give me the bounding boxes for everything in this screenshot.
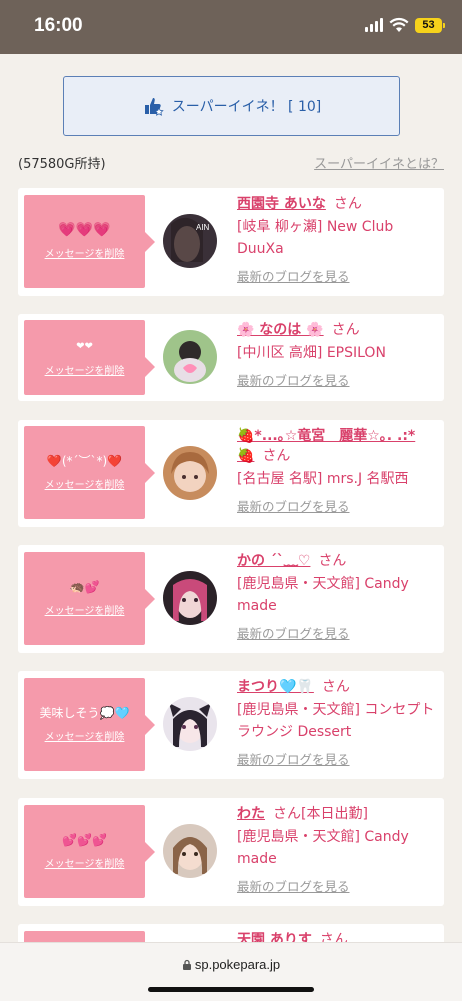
shop-name: [岐阜 柳ヶ瀬] New Club DuuXa	[237, 219, 394, 257]
url-text: sp.pokepara.jp	[194, 957, 281, 972]
san-label: さん	[333, 196, 362, 212]
shop-name: [中川区 高畑] EPSILON	[237, 345, 386, 361]
cast-name[interactable]: 西園寺 あいな	[237, 196, 326, 212]
delete-message-link[interactable]: メッセージを削除	[24, 362, 145, 377]
like-card: 💗💗💗 メッセージを削除 AIN 西園寺 あいな さん [岐阜 柳ヶ瀬] New …	[18, 188, 444, 296]
status-time: 16:00	[34, 15, 83, 36]
super-like-label: スーパーイイネ！ [ 10]	[171, 99, 322, 115]
svg-text:AIN: AIN	[196, 223, 210, 232]
cast-name[interactable]: わた	[237, 806, 265, 822]
cast-info: 🌸 なのは 🌸 さん [中川区 高畑] EPSILON 最新のブログを見る	[237, 320, 437, 389]
like-card: 🦔💕 メッセージを削除 かの ˊˋ﹏♡ さん [鹿児島県・天文館] Candy m…	[18, 545, 444, 653]
message-text: 💗💗💗	[58, 222, 111, 238]
like-card: ❤️(*´︶`*)❤️ メッセージを削除 🍓*...｡☆竜宮 麗華☆｡. .:*…	[18, 420, 444, 527]
san-label: さん	[262, 448, 291, 464]
san-label: さん	[321, 679, 350, 695]
san-label: さん	[318, 553, 347, 569]
shop-name: [名古屋 名駅] mrs.J 名駅西	[237, 471, 409, 487]
message-text: ❤❤	[76, 341, 93, 352]
like-card: 美味しそう💭🩵 メッセージを削除 まつり🩵🦷 さん [鹿児島県・天文館] コンセプ…	[18, 671, 444, 779]
cast-name-line: 西園寺 あいな さん	[237, 194, 437, 214]
message-text: 美味しそう💭🩵	[39, 706, 130, 720]
cast-info: 🍓*...｡☆竜宮 麗華☆｡. .:* 🍓 さん [名古屋 名駅] mrs.J 名…	[237, 426, 437, 515]
name-suffix: さん[本日出勤]	[273, 806, 368, 822]
message-box: 💗💗💗 メッセージを削除	[24, 195, 155, 288]
browser-address-bar[interactable]: sp.pokepara.jp	[0, 942, 462, 1001]
lock-icon	[182, 959, 191, 970]
cast-name-line: まつり🩵🦷 さん	[237, 677, 437, 697]
cast-name[interactable]: かの ˊˋ﹏♡	[237, 553, 310, 569]
status-bar: 16:00 53	[0, 0, 462, 54]
san-label: さん	[331, 322, 360, 338]
latest-blog-link[interactable]: 最新のブログを見る	[237, 266, 437, 285]
avatar[interactable]: AIN	[163, 214, 217, 268]
super-like-button[interactable]: スーパーイイネ！ [ 10]	[63, 76, 400, 136]
latest-blog-link[interactable]: 最新のブログを見る	[237, 370, 437, 389]
cast-name-line: かの ˊˋ﹏♡ さん	[237, 551, 437, 571]
cast-name-line: わた さん[本日出勤]	[237, 804, 437, 824]
delete-message-link[interactable]: メッセージを削除	[24, 602, 145, 617]
message-box: ❤️(*´︶`*)❤️ メッセージを削除	[24, 426, 155, 519]
avatar[interactable]	[163, 330, 217, 384]
cast-info: わた さん[本日出勤] [鹿児島県・天文館] Candy made 最新のブログを…	[237, 804, 437, 895]
delete-message-link[interactable]: メッセージを削除	[24, 476, 145, 491]
url-line: sp.pokepara.jp	[0, 957, 462, 972]
latest-blog-link[interactable]: 最新のブログを見る	[237, 496, 437, 515]
message-box: ❤❤ メッセージを削除	[24, 320, 155, 395]
signal-icon	[365, 18, 383, 32]
about-super-like-link[interactable]: スーパーイイネとは？	[314, 153, 444, 172]
avatar[interactable]	[163, 824, 217, 878]
cast-name[interactable]: 🌸 なのは 🌸	[237, 322, 324, 338]
latest-blog-link[interactable]: 最新のブログを見る	[237, 749, 437, 768]
battery-icon: 53	[415, 17, 445, 33]
cast-info: まつり🩵🦷 さん [鹿児島県・天文館] コンセプトラウンジ Dessert 最新の…	[237, 677, 437, 768]
cast-name[interactable]: まつり🩵🦷	[237, 679, 314, 695]
latest-blog-link[interactable]: 最新のブログを見る	[237, 876, 437, 895]
message-box: 美味しそう💭🩵 メッセージを削除	[24, 678, 155, 771]
cast-info: かの ˊˋ﹏♡ さん [鹿児島県・天文館] Candy made 最新のブログを見…	[237, 551, 437, 642]
avatar[interactable]	[163, 446, 217, 500]
delete-message-link[interactable]: メッセージを削除	[24, 855, 145, 870]
message-box: 💕💕💕 メッセージを削除	[24, 805, 155, 898]
avatar[interactable]	[163, 697, 217, 751]
message-box: 🦔💕 メッセージを削除	[24, 552, 155, 645]
shop-name: [鹿児島県・天文館] Candy made	[237, 829, 409, 867]
owned-points: (57580G所持)	[18, 157, 106, 172]
status-icons: 53	[365, 17, 445, 33]
shop-name: [鹿児島県・天文館] コンセプトラウンジ Dessert	[237, 702, 435, 740]
thumbs-up-star-icon	[144, 98, 164, 116]
delete-message-link[interactable]: メッセージを削除	[24, 245, 145, 260]
home-indicator	[148, 987, 314, 992]
shop-name: [鹿児島県・天文館] Candy made	[237, 576, 409, 614]
avatar[interactable]	[163, 571, 217, 625]
like-card: 💕💕💕 メッセージを削除 わた さん[本日出勤] [鹿児島県・天文館] Candy…	[18, 798, 444, 906]
message-text: ❤️(*´︶`*)❤️	[46, 454, 123, 468]
cast-name-line: 🍓*...｡☆竜宮 麗華☆｡. .:* 🍓 さん	[237, 426, 437, 466]
message-text: 💕💕💕	[62, 833, 107, 847]
wifi-icon	[389, 17, 409, 32]
latest-blog-link[interactable]: 最新のブログを見る	[237, 623, 437, 642]
cast-info: 西園寺 あいな さん [岐阜 柳ヶ瀬] New Club DuuXa 最新のブログ…	[237, 194, 437, 285]
like-card: ❤❤ メッセージを削除 🌸 なのは 🌸 さん [中川区 高畑] EPSILON 最…	[18, 314, 444, 401]
cast-name-line: 🌸 なのは 🌸 さん	[237, 320, 437, 340]
message-text: 🦔💕	[69, 580, 100, 594]
delete-message-link[interactable]: メッセージを削除	[24, 728, 145, 743]
